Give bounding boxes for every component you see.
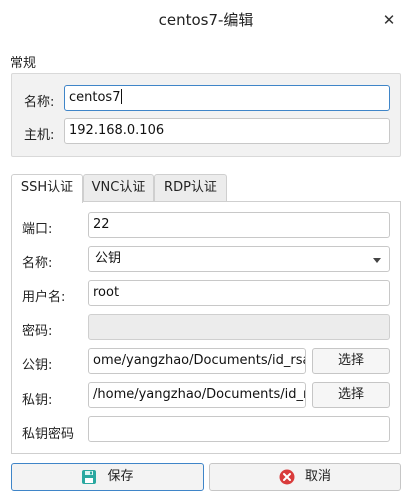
tab-ssh-auth[interactable]: SSH认证 [11, 174, 83, 203]
floppy-disk-icon [82, 470, 97, 484]
chevron-down-icon [373, 258, 381, 263]
username-input[interactable]: root [88, 280, 390, 306]
host-label: 主机: [24, 128, 55, 143]
public-key-label: 公钥: [22, 358, 53, 373]
port-input[interactable]: 22 [88, 212, 390, 238]
password-label: 密码: [22, 324, 53, 339]
select-private-key-button[interactable]: 选择 [312, 382, 390, 408]
tab-vnc-auth[interactable]: VNC认证 [83, 174, 154, 202]
save-button[interactable]: 保存 [11, 463, 204, 491]
name-input-value: centos7 [69, 90, 121, 105]
text-cursor [121, 89, 123, 104]
close-icon: ✕ [382, 11, 396, 29]
private-key-label: 私钥: [22, 393, 53, 408]
general-section-label: 常规 [10, 56, 37, 71]
auth-type-value: 公钥 [95, 251, 122, 266]
private-key-input[interactable]: /home/yangzhao/Documents/id_rsa [88, 382, 306, 408]
port-label: 端口: [22, 222, 53, 237]
key-passphrase-input[interactable] [88, 416, 390, 442]
save-button-label: 保存 [107, 469, 134, 484]
cancel-button[interactable]: 取消 [209, 463, 401, 491]
public-key-input[interactable]: ome/yangzhao/Documents/id_rsa.pub [88, 348, 306, 374]
auth-type-select[interactable]: 公钥 [88, 246, 390, 272]
auth-type-label: 名称: [22, 256, 53, 271]
window-title: centos7-编辑 [158, 11, 254, 29]
host-input[interactable]: 192.168.0.106 [64, 118, 390, 144]
cancel-circle-icon [279, 469, 295, 485]
select-public-key-button[interactable]: 选择 [312, 348, 390, 374]
tab-rdp-auth[interactable]: RDP认证 [154, 174, 227, 202]
close-button[interactable]: ✕ [376, 8, 402, 32]
name-label: 名称: [24, 95, 55, 110]
username-label: 用户名: [22, 290, 66, 305]
cancel-button-label: 取消 [304, 469, 331, 484]
key-passphrase-label: 私钥密码 [22, 427, 75, 442]
password-input[interactable] [88, 314, 390, 340]
name-input[interactable]: centos7 [64, 85, 390, 111]
